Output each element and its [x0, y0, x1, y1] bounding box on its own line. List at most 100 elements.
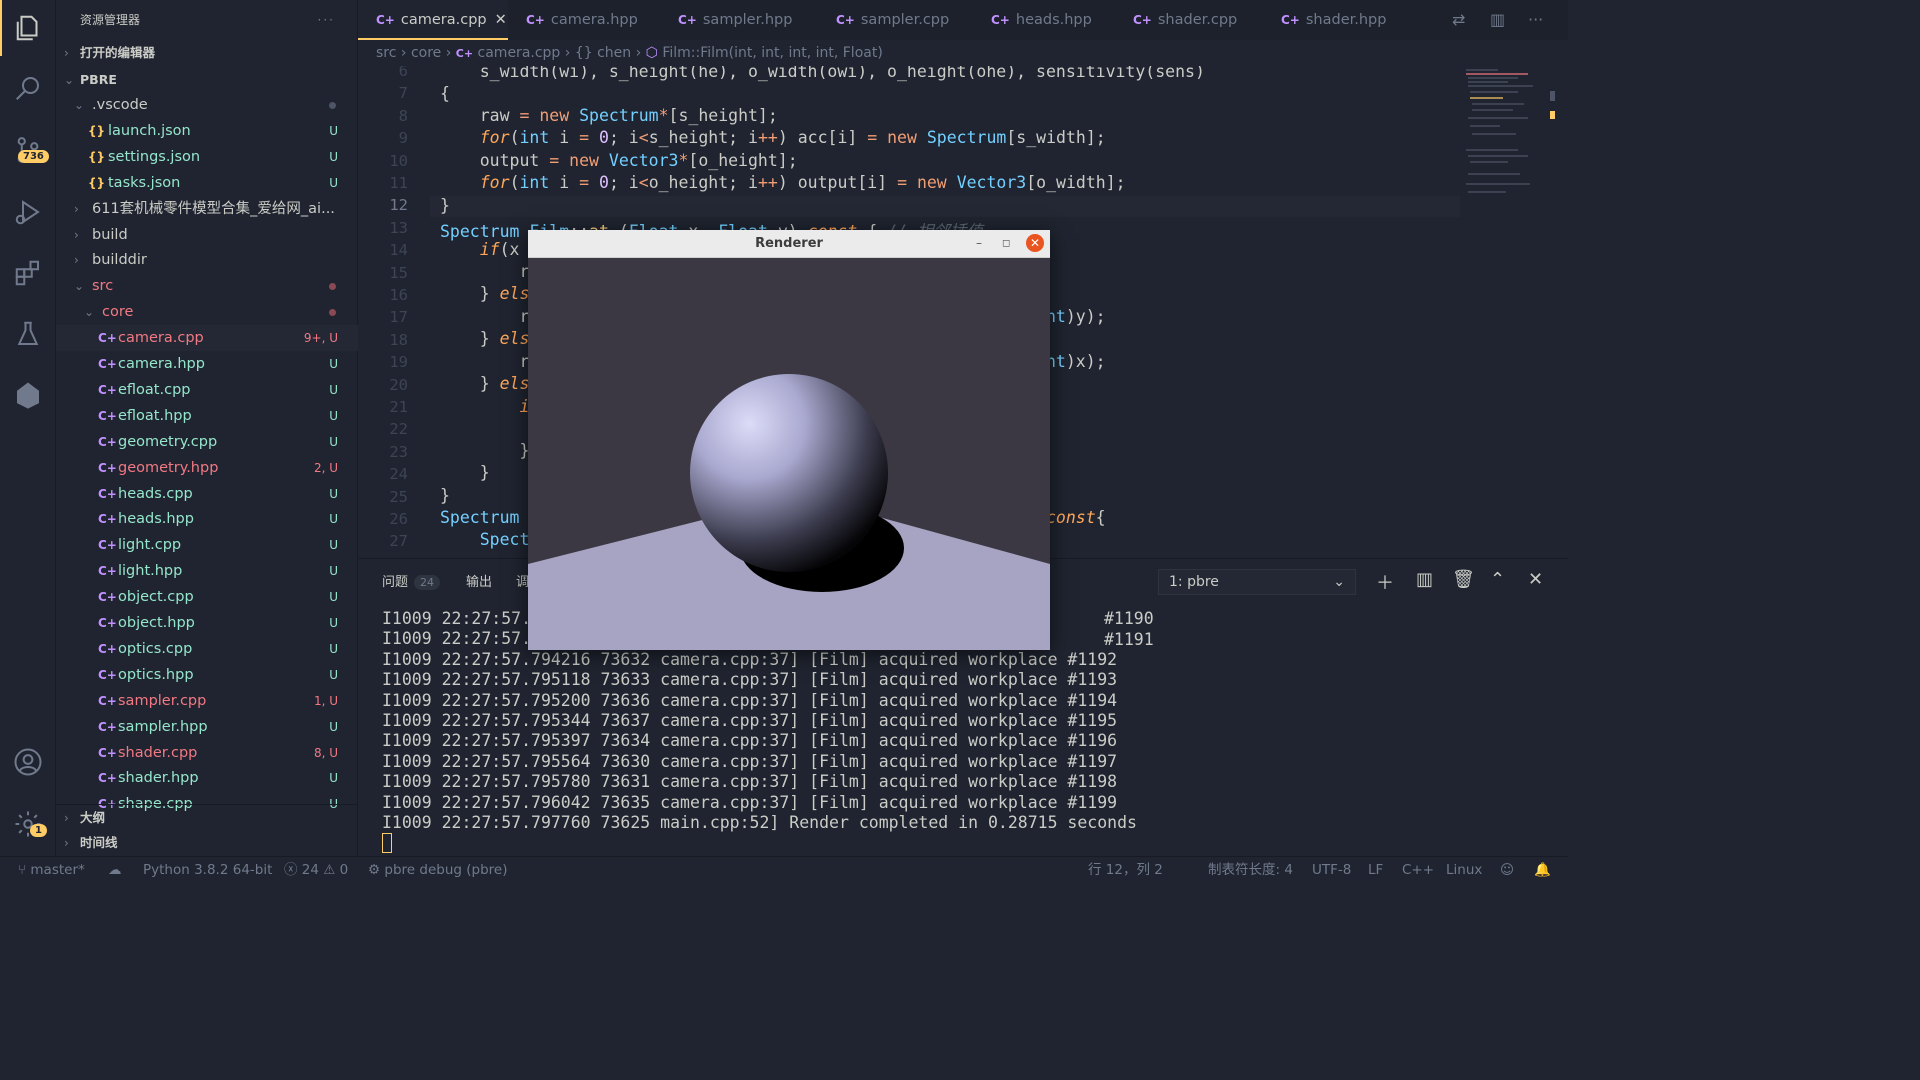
compare-changes-icon[interactable]: ⇄ — [1452, 10, 1465, 29]
tab-size[interactable]: 制表符长度: 4 — [1208, 857, 1293, 883]
sync-icon[interactable]: ☁ — [108, 857, 122, 883]
close-panel-icon[interactable]: ✕ — [1528, 569, 1543, 590]
tree-item[interactable]: › builddir — [56, 247, 358, 273]
account-icon[interactable] — [0, 734, 56, 790]
branch-indicator[interactable]: ⑂ master* — [18, 857, 85, 883]
cpp-file-icon: C+ — [836, 13, 855, 27]
tree-item[interactable]: C+ light.cpp U — [56, 532, 358, 558]
tab-sampler-hpp[interactable]: C+ sampler.hpp — [660, 0, 818, 40]
chevron-down-icon: ⌄ — [64, 73, 75, 87]
tree-item[interactable]: C+ efloat.hpp U — [56, 403, 358, 429]
tree-item[interactable]: C+ camera.hpp U — [56, 351, 358, 377]
tree-item[interactable]: C+ geometry.hpp 2, U — [56, 455, 358, 481]
tab-label: 输出 — [466, 575, 493, 590]
more-actions-icon[interactable]: ··· — [318, 0, 335, 40]
debug-config[interactable]: ⚙ pbre debug (pbre) — [368, 857, 508, 883]
explorer-icon[interactable] — [0, 0, 56, 56]
tree-item[interactable]: C+ efloat.cpp U — [56, 377, 358, 403]
breadcrumb-symbol[interactable]: Film::Film(int, int, int, int, Float) — [662, 45, 882, 61]
open-editors-section[interactable]: › 打开的编辑器 — [56, 40, 358, 66]
breadcrumb: src › core › C+ camera.cpp › {} chen › ⬡… — [358, 40, 1568, 66]
minimap[interactable] — [1458, 66, 1558, 246]
project-root-section[interactable]: ⌄ PBRE — [56, 67, 358, 93]
remote-icon[interactable] — [0, 367, 56, 423]
tab-camera-hpp[interactable]: C+ camera.hpp — [508, 0, 660, 40]
tree-item[interactable]: ⌄ core — [56, 299, 358, 325]
problems-indicator[interactable]: ⓧ 24 ⚠ 0 — [284, 857, 348, 883]
encoding[interactable]: UTF-8 — [1312, 857, 1351, 883]
code-line-24: } — [440, 463, 490, 482]
code-line-21: i — [519, 397, 530, 416]
tab-problems[interactable]: 问题 24 — [382, 571, 441, 590]
cpp-file-icon: C+ — [98, 693, 117, 708]
tree-item[interactable]: C+ heads.cpp U — [56, 481, 358, 507]
extensions-icon[interactable] — [0, 245, 56, 301]
tree-item[interactable]: C+ geometry.cpp U — [56, 429, 358, 455]
tree-item[interactable]: C+ optics.hpp U — [56, 662, 358, 688]
git-status: 2, U — [313, 460, 338, 475]
breadcrumb-namespace[interactable]: {} chen — [575, 45, 631, 61]
cpp-file-icon: C+ — [98, 538, 117, 553]
trash-icon[interactable]: 🗑 — [1452, 569, 1475, 590]
close-window-icon[interactable]: ✕ — [1026, 234, 1044, 252]
maximize-icon[interactable]: ◻ — [1002, 238, 1010, 249]
outline-section[interactable]: › 大纲 — [56, 804, 358, 830]
cursor-position[interactable]: 行 12，列 2 — [1088, 857, 1163, 883]
close-icon[interactable]: ✕ — [495, 12, 507, 28]
tab-output[interactable]: 输出 — [466, 571, 492, 590]
tab-shader-hpp[interactable]: C+ shader.hpp — [1263, 0, 1413, 40]
tab-sampler-cpp[interactable]: C+ sampler.cpp — [818, 0, 973, 40]
tree-item[interactable]: C+ object.hpp U — [56, 610, 358, 636]
os-indicator[interactable]: Linux — [1446, 857, 1482, 883]
tab-heads-hpp[interactable]: C+ heads.hpp — [973, 0, 1115, 40]
tab-camera-cpp[interactable]: C+ camera.cpp ✕ — [358, 0, 508, 40]
tree-item[interactable]: C+ shader.cpp 8, U — [56, 740, 358, 766]
tree-item[interactable]: › 611套机械零件模型合集_爱给网_ai... — [56, 196, 358, 222]
tree-item[interactable]: ⌄ src — [56, 273, 358, 299]
tree-item[interactable]: › build — [56, 222, 358, 248]
minimize-icon[interactable]: – — [976, 236, 982, 250]
tree-item[interactable]: C+ camera.cpp 9+, U — [56, 325, 358, 352]
terminal-line: I1009 22:27:57.794216 73632 camera.cpp:3… — [382, 649, 1118, 669]
bell-icon[interactable]: 🔔 — [1534, 857, 1551, 883]
language-mode[interactable]: C++ — [1402, 857, 1434, 883]
maximize-panel-icon[interactable]: ⌃ — [1490, 569, 1505, 590]
split-editor-icon[interactable]: ▥ — [1490, 10, 1505, 29]
tree-item[interactable]: {} settings.json U — [56, 144, 358, 170]
search-icon[interactable] — [0, 60, 56, 116]
python-interpreter[interactable]: Python 3.8.2 64-bit — [143, 857, 272, 883]
window-title: Renderer — [755, 236, 823, 251]
line-ending[interactable]: LF — [1368, 857, 1383, 883]
terminal-select-value: 1: pbre — [1169, 574, 1219, 590]
source-control-icon[interactable]: 736 — [0, 122, 56, 178]
tree-item[interactable]: {} tasks.json U — [56, 170, 358, 196]
renderer-window[interactable]: Renderer – ◻ ✕ — [528, 230, 1050, 650]
tree-item[interactable]: C+ optics.cpp U — [56, 636, 358, 662]
tab-label: camera.cpp — [400, 12, 487, 28]
tree-item[interactable]: C+ heads.hpp U — [56, 506, 358, 532]
breadcrumb-file[interactable]: camera.cpp — [478, 45, 561, 61]
tree-item[interactable]: C+ object.cpp U — [56, 584, 358, 610]
tree-item[interactable]: ⌄ .vscode — [56, 92, 358, 118]
testing-icon[interactable] — [0, 306, 56, 362]
tree-item[interactable]: C+ sampler.hpp U — [56, 714, 358, 740]
breadcrumb-core[interactable]: core — [411, 45, 441, 61]
breadcrumb-src[interactable]: src — [376, 45, 396, 61]
tree-item[interactable]: {} launch.json U — [56, 118, 358, 144]
window-titlebar[interactable]: Renderer – ◻ ✕ — [528, 230, 1050, 258]
tree-item[interactable]: C+ shader.hpp U — [56, 765, 358, 791]
settings-gear-icon[interactable]: 1 — [0, 796, 56, 852]
split-terminal-icon[interactable]: ▥ — [1416, 569, 1433, 590]
line-number: 9 — [398, 129, 408, 148]
more-actions-icon[interactable]: ··· — [1528, 10, 1543, 29]
tree-item[interactable]: C+ light.hpp U — [56, 558, 358, 584]
timeline-section[interactable]: › 时间线 — [56, 830, 358, 856]
terminal-select[interactable]: 1: pbre ⌄ — [1158, 569, 1356, 595]
add-terminal-icon[interactable]: ＋ — [1376, 569, 1394, 595]
feedback-icon[interactable]: ☺ — [1500, 857, 1514, 883]
tree-item[interactable]: C+ sampler.cpp 1, U — [56, 688, 358, 714]
line-number: 10 — [389, 151, 408, 170]
run-debug-icon[interactable] — [0, 184, 56, 240]
tab-shader-cpp[interactable]: C+ shader.cpp — [1115, 0, 1263, 40]
tree-item-label: heads.cpp — [118, 485, 193, 502]
